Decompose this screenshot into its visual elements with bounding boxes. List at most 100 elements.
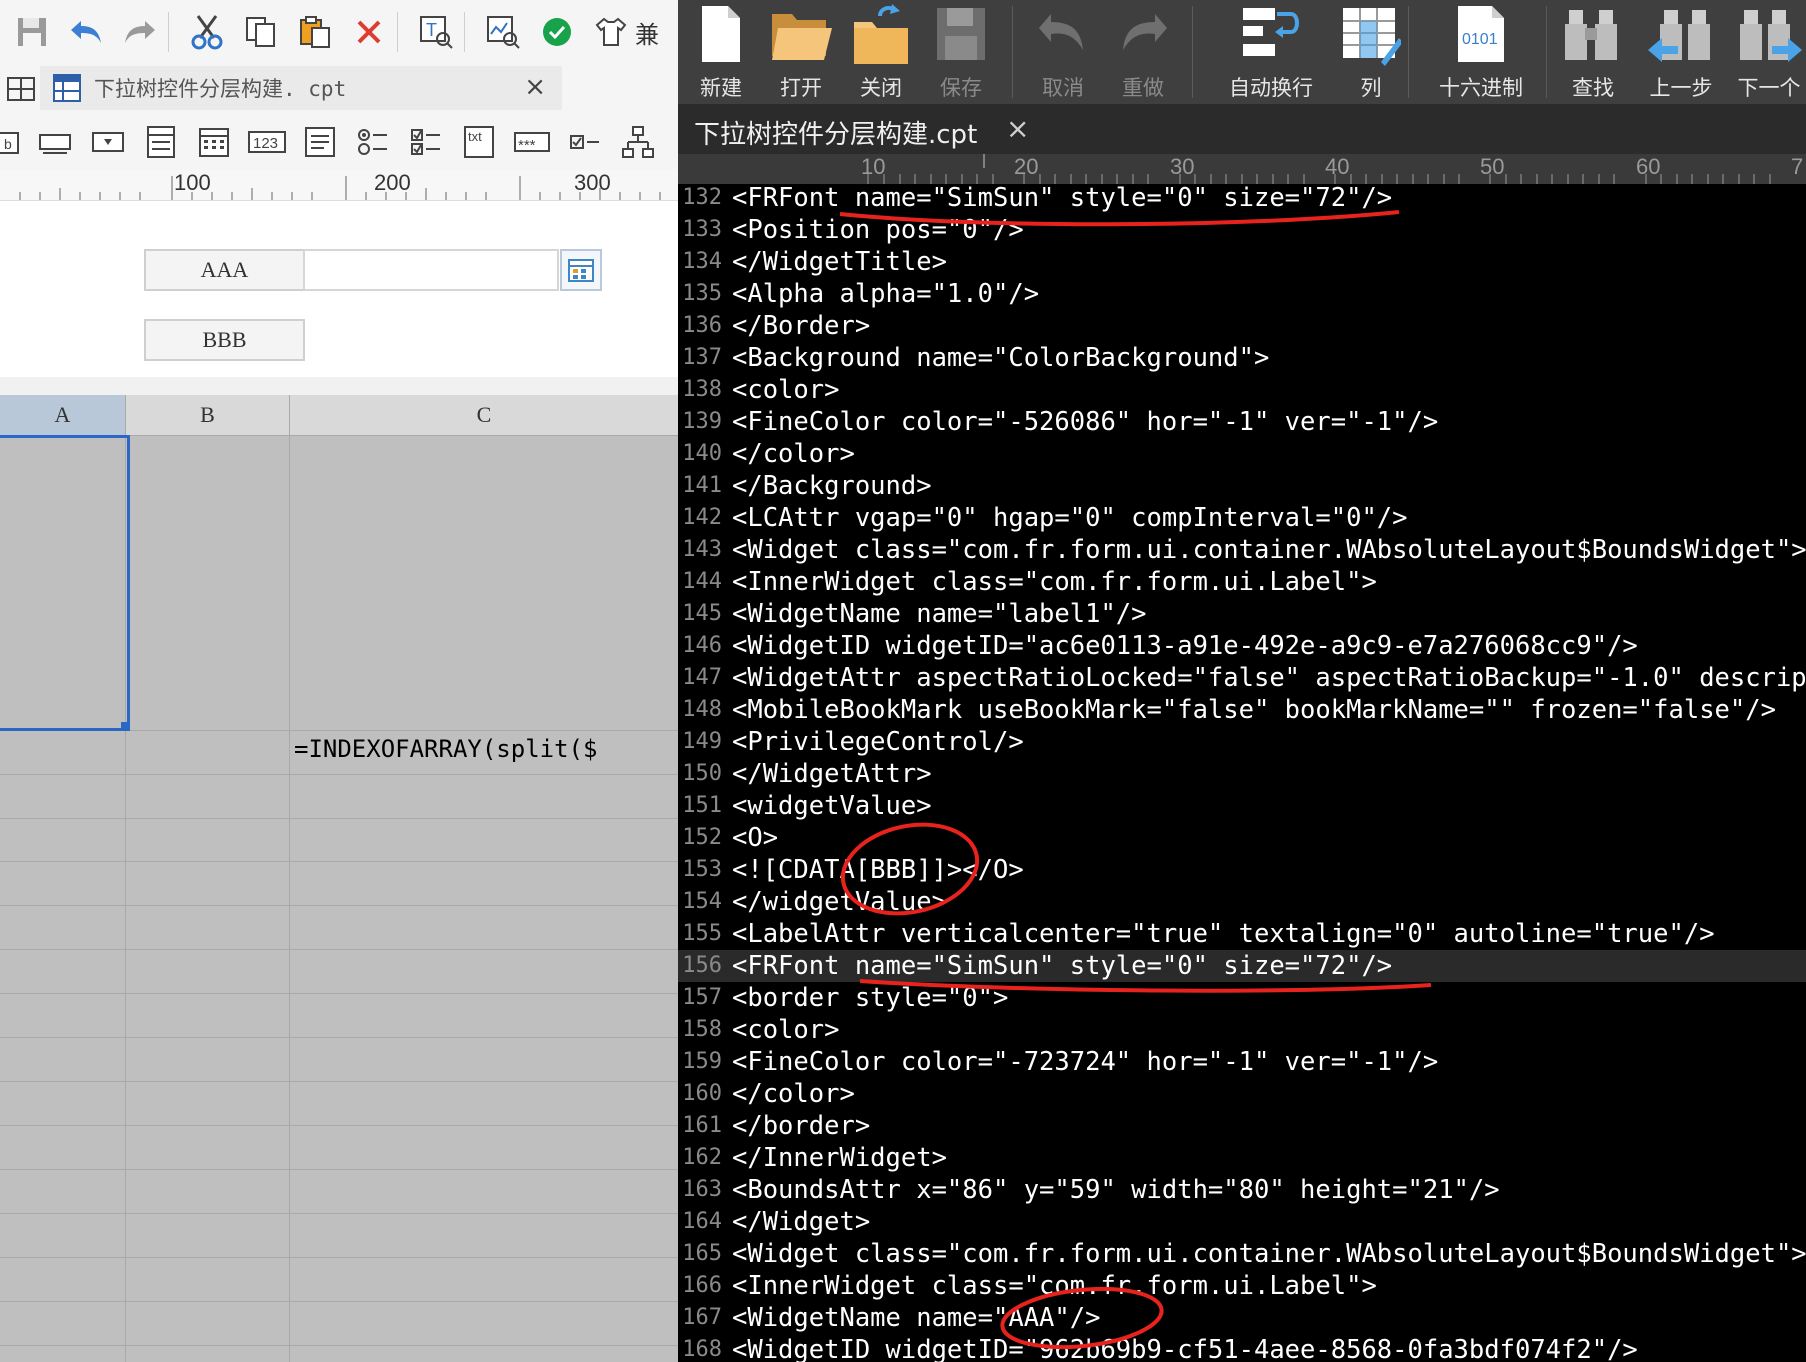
code-line[interactable]: 140 </color> (678, 438, 1806, 470)
line-number: 161 (682, 1113, 722, 1138)
formula-cell-text[interactable]: =INDEXOFARRAY(split($ (294, 735, 597, 763)
combobox-widget-icon[interactable] (88, 122, 128, 162)
column-header-c[interactable]: C (290, 395, 678, 436)
code-line[interactable]: 161 </border> (678, 1110, 1806, 1142)
code-line[interactable]: 160 </color> (678, 1078, 1806, 1110)
code-text: </color> (732, 439, 855, 469)
spreadsheet-grid[interactable]: A B C =INDEXOFARRAY(split($ (0, 395, 678, 1362)
password-widget-icon[interactable]: *** (512, 122, 552, 162)
list-widget-icon[interactable] (141, 122, 181, 162)
text-search-icon[interactable]: T (414, 10, 458, 54)
undo-icon[interactable] (64, 10, 108, 54)
param-input[interactable] (303, 249, 559, 291)
redo-button[interactable]: 重做 (1104, 0, 1182, 104)
code-line[interactable]: 145 <WidgetName name="label1"/> (678, 598, 1806, 630)
open-button[interactable]: 打开 (762, 0, 840, 104)
ruler-label: 200 (374, 170, 411, 195)
code-line[interactable]: 150 </WidgetAttr> (678, 758, 1806, 790)
preview-icon[interactable] (481, 10, 525, 54)
number-widget-icon[interactable]: 123 (247, 122, 287, 162)
checkbox-group-icon[interactable] (406, 122, 446, 162)
wrap-button[interactable]: 自动换行 (1216, 0, 1326, 104)
code-line[interactable]: 167 <WidgetName name="AAA"/> (678, 1302, 1806, 1334)
hex-button[interactable]: 0101 十六进制 (1426, 0, 1536, 104)
param-label-aaa[interactable]: AAA (144, 249, 305, 291)
code-line[interactable]: 133 <Position pos="0"/> (678, 214, 1806, 246)
code-line[interactable]: 144 <InnerWidget class="com.fr.form.ui.La… (678, 566, 1806, 598)
code-line[interactable]: 155 <LabelAttr verticalcenter="true" text… (678, 918, 1806, 950)
editor-tab-close-icon[interactable]: × (1006, 112, 1029, 145)
code-line[interactable]: 136 </Border> (678, 310, 1806, 342)
row-divider (0, 1037, 678, 1038)
copy-icon[interactable] (239, 10, 283, 54)
code-line[interactable]: 163 <BoundsAttr x="86" y="59" width="80" … (678, 1174, 1806, 1206)
save-button[interactable]: 保存 (922, 0, 1000, 104)
code-line[interactable]: 142 <LCAttr vgap="0" hgap="0" compInterva… (678, 502, 1806, 534)
code-line[interactable]: 137 <Background name="ColorBackground"> (678, 342, 1806, 374)
radio-group-icon[interactable] (353, 122, 393, 162)
cut-icon[interactable] (185, 10, 229, 54)
code-line[interactable]: 134 </WidgetTitle> (678, 246, 1806, 278)
code-text: <widgetValue> (732, 791, 932, 821)
undo-button[interactable]: 取消 (1024, 0, 1102, 104)
find-next-icon (1740, 10, 1802, 62)
date-widget-icon[interactable] (194, 122, 234, 162)
selected-cell[interactable] (0, 435, 130, 731)
code-line[interactable]: 157 <border style="0"> (678, 982, 1806, 1014)
grid-view-icon[interactable] (4, 74, 38, 104)
row-divider (0, 1301, 678, 1302)
fill-handle[interactable] (121, 722, 129, 730)
find-prev-button[interactable]: 上一步 (1642, 0, 1720, 104)
code-line[interactable]: 165 <Widget class="com.fr.form.ui.contain… (678, 1238, 1806, 1270)
param-label-bbb[interactable]: BBB (144, 319, 305, 361)
code-line[interactable]: 152 <O> (678, 822, 1806, 854)
column-header-b[interactable]: B (126, 395, 290, 436)
column-header-a[interactable]: A (0, 395, 126, 436)
paste-icon[interactable] (293, 10, 337, 54)
code-line[interactable]: 153 <![CDATA[BBB]]></O> (678, 854, 1806, 886)
tab-close-icon[interactable]: × (524, 72, 546, 102)
tab-report-file[interactable]: 下拉树控件分层构建. cpt × (40, 66, 562, 110)
column-icon-button[interactable]: 列 (1332, 0, 1410, 104)
code-line[interactable]: 139 <FineColor color="-526086" hor="-1" v… (678, 406, 1806, 438)
code-line[interactable]: 146 <WidgetID widgetID="ac6e0113-a91e-492… (678, 630, 1806, 662)
code-line[interactable]: 168 <WidgetID widgetID="962b69b9-cf51-4ae… (678, 1334, 1806, 1362)
code-line[interactable]: 159 <FineColor color="-723724" hor="-1" v… (678, 1046, 1806, 1078)
code-line[interactable]: 135 <Alpha alpha="1.0"/> (678, 278, 1806, 310)
shirt-icon[interactable] (589, 10, 633, 54)
check-icon[interactable] (535, 10, 579, 54)
date-picker-button[interactable] (560, 249, 602, 291)
code-line[interactable]: 158 <color> (678, 1014, 1806, 1046)
code-line[interactable]: 162 </InnerWidget> (678, 1142, 1806, 1174)
code-line[interactable]: 143 <Widget class="com.fr.form.ui.contain… (678, 534, 1806, 566)
new-button[interactable]: 新建 (682, 0, 760, 104)
code-line[interactable]: 156 <FRFont name="SimSun" style="0" size=… (678, 950, 1806, 982)
code-line[interactable]: 138 <color> (678, 374, 1806, 406)
label-widget-icon[interactable]: b (0, 122, 22, 162)
delete-icon[interactable] (347, 10, 391, 54)
redo-icon[interactable] (118, 10, 162, 54)
editor-tab-title[interactable]: 下拉树控件分层构建.cpt (694, 114, 977, 151)
code-text: <FRFont name="SimSun" style="0" size="72… (732, 183, 1393, 213)
code-text: </Widget> (732, 1207, 871, 1237)
find-next-button[interactable]: 下一个 (1730, 0, 1806, 104)
checkbox-widget-icon[interactable] (565, 122, 605, 162)
code-line[interactable]: 132 <FRFont name="SimSun" style="0" size=… (678, 182, 1806, 214)
code-line[interactable]: 154 </widgetValue> (678, 886, 1806, 918)
find-button[interactable]: 查找 (1554, 0, 1632, 104)
code-line[interactable]: 166 <InnerWidget class="com.fr.form.ui.La… (678, 1270, 1806, 1302)
code-line[interactable]: 148 <MobileBookMark useBookMark="false" b… (678, 694, 1806, 726)
code-line[interactable]: 149 <PrivilegeControl/> (678, 726, 1806, 758)
horizontal-ruler: 100 200 300 (0, 170, 678, 201)
tree-widget-icon[interactable] (618, 122, 658, 162)
code-line[interactable]: 147 <WidgetAttr aspectRatioLocked="false"… (678, 662, 1806, 694)
code-line[interactable]: 141 </Background> (678, 470, 1806, 502)
close-button[interactable]: 关闭 (842, 0, 920, 104)
textarea-widget-icon[interactable] (300, 122, 340, 162)
code-line[interactable]: 164 </Widget> (678, 1206, 1806, 1238)
save-icon[interactable] (10, 10, 54, 54)
code-text: <FineColor color="-723724" hor="-1" ver=… (732, 1047, 1439, 1077)
code-line[interactable]: 151 <widgetValue> (678, 790, 1806, 822)
textfield-widget-icon[interactable] (35, 122, 75, 162)
text-widget-icon[interactable]: txt (459, 122, 499, 162)
